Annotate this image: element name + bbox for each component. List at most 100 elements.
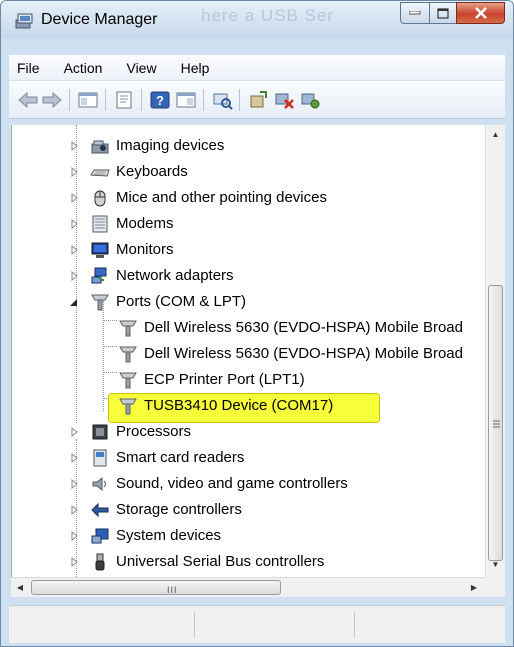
menu-view[interactable]: View [126,60,156,76]
expand-arrow-icon[interactable] [70,167,79,177]
show-hide-tree-icon[interactable] [77,90,99,110]
network-adapter-icon [91,267,107,284]
disable-device-icon[interactable] [273,90,295,110]
expand-arrow-icon[interactable] [70,271,79,281]
uninstall-device-icon[interactable] [299,90,321,110]
tree-item-keyboards[interactable]: Keyboards [12,159,485,185]
toolbar: ? [9,81,505,119]
status-pane [9,612,195,638]
background-window-title: here a USB Ser [201,6,335,25]
horizontal-thumb-grip: III [167,585,178,595]
tree-item-label: ECP Printer Port (LPT1) [144,371,305,388]
port-icon [119,398,137,415]
port-icon [119,372,137,389]
tree-item-mice[interactable]: Mice and other pointing devices [12,185,485,211]
tree-item-system-devices[interactable]: System devices [12,523,485,549]
horizontal-scrollbar[interactable]: ◀ III ▶ [11,577,485,597]
horizontal-scroll-thumb[interactable]: III [31,580,281,595]
tree-item-smart-card-readers[interactable]: Smart card readers [12,445,485,471]
action-pane-icon[interactable] [175,90,197,110]
help-icon[interactable]: ? [149,90,171,110]
tree-item-usb-controllers[interactable]: Universal Serial Bus controllers [12,549,485,575]
scroll-right-icon[interactable]: ▶ [465,578,483,597]
tree-item-label: Modems [116,215,174,232]
expand-arrow-icon[interactable] [70,505,79,515]
scroll-down-icon[interactable]: ▼ [486,555,505,573]
close-icon [474,7,487,19]
tree-item-label: Sound, video and game controllers [116,475,348,492]
tree-item-label: Monitors [116,241,174,258]
scan-hardware-icon[interactable] [211,90,233,110]
port-icon [119,320,137,337]
vertical-scrollbar[interactable]: ▲ ▼ [485,125,505,577]
keyboard-icon [90,169,110,177]
tree-item-ecp-printer-port[interactable]: ECP Printer Port (LPT1) [12,367,485,393]
tree-item-processors[interactable]: Processors [12,419,485,445]
tree-item-dell-wireless-2[interactable]: Dell Wireless 5630 (EVDO-HSPA) Mobile Br… [12,341,485,367]
tree-item-network-adapters[interactable]: Network adapters [12,263,485,289]
modem-icon [92,215,108,233]
menu-action[interactable]: Action [64,60,103,76]
system-device-icon [91,528,109,544]
expand-arrow-icon[interactable] [70,479,79,489]
device-manager-app-icon [15,12,35,35]
tree-item-label: Dell Wireless 5630 (EVDO-HSPA) Mobile Br… [144,345,463,362]
smart-card-reader-icon [93,449,107,467]
mouse-icon [94,190,106,207]
processor-icon [92,424,108,440]
tree-item-sound-video[interactable]: Sound, video and game controllers [12,471,485,497]
title-bar[interactable]: Device Manager here a USB Ser [1,1,513,39]
tree-item-label: Mice and other pointing devices [116,189,327,206]
sound-icon [92,476,106,492]
scroll-up-icon[interactable]: ▲ [486,125,505,143]
back-arrow-icon[interactable] [17,90,39,110]
storage-controller-icon [91,502,109,518]
scroll-left-icon[interactable]: ◀ [11,578,29,597]
status-pane [195,612,355,638]
status-bar [9,605,505,643]
forward-arrow-icon[interactable] [41,90,63,110]
tree-item-label: System devices [116,527,222,544]
port-icon [119,346,137,363]
tree-item-label: TUSB3410 Device (COM17) [144,397,334,414]
tree-item-tusb3410-device[interactable]: TUSB3410 Device (COM17) [12,393,485,419]
expand-arrow-icon[interactable] [70,245,79,255]
expand-arrow-icon[interactable] [70,193,79,203]
tree-item-storage-controllers[interactable]: Storage controllers [12,497,485,523]
tree-item-imaging-devices[interactable]: Imaging devices [12,133,485,159]
close-button[interactable] [456,2,505,24]
menu-help[interactable]: Help [181,60,210,76]
minimize-button[interactable] [400,2,429,24]
maximize-button[interactable] [429,2,456,24]
expand-arrow-icon[interactable] [70,427,79,437]
expand-arrow-icon[interactable] [70,531,79,541]
expand-arrow-icon[interactable] [70,557,79,567]
tree-item-label: Processors [116,423,192,440]
minimize-icon [409,11,421,15]
menu-file[interactable]: File [17,60,40,76]
expand-arrow-icon[interactable] [70,219,79,229]
device-manager-window: Device Manager here a USB Ser File Actio… [0,0,514,647]
imaging-device-icon [91,140,109,154]
tree-item-label: Network adapters [116,267,234,284]
thumb-grip-icon [493,420,500,428]
tree-item-ports[interactable]: Ports (COM & LPT) [12,289,485,315]
tree-item-label: Dell Wireless 5630 (EVDO-HSPA) Mobile Br… [144,319,463,336]
menu-bar: File Action View Help [9,55,505,81]
expand-arrow-icon[interactable] [70,453,79,463]
tree-item-dell-wireless-1[interactable]: Dell Wireless 5630 (EVDO-HSPA) Mobile Br… [12,315,485,341]
update-driver-icon[interactable] [247,90,269,110]
device-tree[interactable]: Imaging devices Keyboards Mice and other… [11,125,485,577]
tree-item-label: Keyboards [116,163,188,180]
port-icon [91,294,109,311]
scrollbar-corner [485,577,505,597]
tree-item-monitors[interactable]: Monitors [12,237,485,263]
expand-arrow-icon[interactable] [70,141,79,151]
collapse-arrow-icon[interactable] [69,297,78,307]
vertical-scroll-thumb[interactable] [488,285,503,561]
tree-item-label: Imaging devices [116,137,225,154]
window-title: Device Manager [41,11,158,28]
properties-icon[interactable] [113,90,135,110]
tree-item-modems[interactable]: Modems [12,211,485,237]
tree-item-label: Ports (COM & LPT) [116,293,247,310]
